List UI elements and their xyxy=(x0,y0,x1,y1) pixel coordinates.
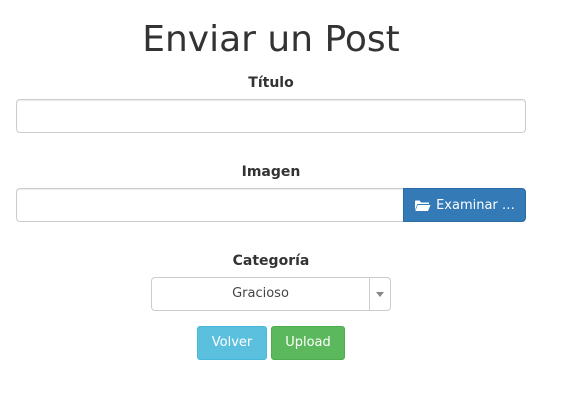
categoria-select[interactable]: Gracioso xyxy=(151,277,391,311)
back-button[interactable]: Volver xyxy=(197,326,267,360)
titulo-label: Título xyxy=(248,75,294,91)
chevron-down-icon xyxy=(376,291,384,297)
categoria-selected-value: Gracioso xyxy=(232,286,289,301)
upload-button[interactable]: Upload xyxy=(271,326,345,360)
browse-button-label: Examinar … xyxy=(436,197,515,213)
browse-button[interactable]: Examinar … xyxy=(403,188,526,222)
categoria-label: Categoría xyxy=(232,253,310,269)
imagen-label: Imagen xyxy=(241,164,301,180)
dropdown-arrow[interactable] xyxy=(369,278,390,310)
page-title: Enviar un Post xyxy=(142,19,400,60)
titulo-input[interactable] xyxy=(16,99,526,133)
file-caption-field[interactable] xyxy=(16,188,403,222)
file-input-group: Examinar … xyxy=(16,188,526,222)
folder-open-icon xyxy=(414,199,431,212)
post-form-page: Enviar un Post Título Imagen Examinar … … xyxy=(0,0,569,402)
